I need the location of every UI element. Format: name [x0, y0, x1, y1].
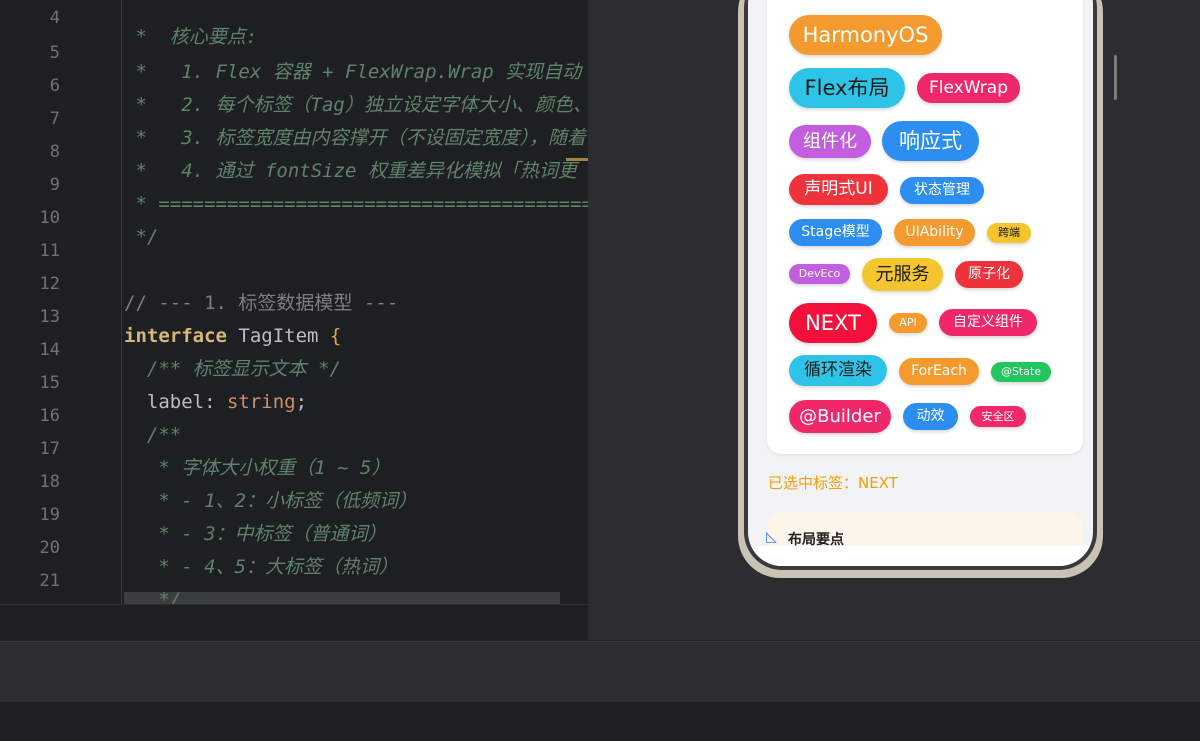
tag-item[interactable]: 动效 [903, 403, 958, 430]
tag-item[interactable]: 跨端 [987, 223, 1031, 243]
code-line: 21 */ [0, 546, 588, 611]
tag-item[interactable]: UIAbility [894, 219, 975, 246]
tag-item[interactable]: ForEach [899, 358, 979, 385]
tag-item[interactable]: API [889, 313, 927, 333]
tag-item[interactable]: 元服务 [862, 258, 943, 291]
code-line: 6 * 2. 每个标签（Tag）独立设定字体大小、颜色、 [0, 51, 588, 116]
tag-item[interactable]: DevEco [789, 264, 850, 284]
tag-item[interactable]: 循环渲染 [789, 355, 887, 386]
code-line: 15 label: string; [0, 348, 588, 413]
tool-window-panel [0, 641, 1200, 702]
ruler-triangle-icon: ◺ [766, 529, 777, 545]
tag-item[interactable]: HarmonyOS [789, 15, 942, 55]
phone-screen: HarmonyOS Flex布局 FlexWrap 组件化 响应式 声明式UI … [748, 0, 1093, 566]
tag-item[interactable]: 自定义组件 [939, 309, 1037, 336]
code-line: 10 */ [0, 183, 588, 248]
code-line: 5 * 1. Flex 容器 + FlexWrap.Wrap 实现自动 [0, 18, 588, 83]
tag-item[interactable]: NEXT [789, 303, 877, 343]
code-line: 9 * ====================================… [0, 150, 588, 215]
code-line: 17 * 字体大小权重（1 ~ 5） [0, 414, 588, 479]
selected-tag-text: 已选中标签：NEXT [768, 474, 898, 492]
tag-item[interactable]: 状态管理 [900, 177, 984, 204]
tag-item[interactable]: 声明式UI [789, 174, 888, 205]
screen-bottom-area [748, 546, 1093, 566]
code-line: 11 [0, 216, 588, 261]
tag-item[interactable]: @Builder [789, 400, 891, 433]
tag-item[interactable]: 安全区 [970, 406, 1026, 427]
phone-frame: HarmonyOS Flex布局 FlexWrap 组件化 响应式 声明式UI … [738, 0, 1103, 578]
status-bar [0, 702, 1200, 741]
editor-status-strip [0, 604, 588, 640]
code-line: 13 interface TagItem { [0, 282, 588, 347]
code-line: 7 * 3. 标签宽度由内容撑开（不设固定宽度），随着 [0, 84, 588, 149]
phone-bezel: HarmonyOS Flex布局 FlexWrap 组件化 响应式 声明式UI … [744, 0, 1097, 570]
code-line: 16 /** [0, 381, 588, 446]
code-line: 12 // --- 1. 标签数据模型 --- [0, 249, 588, 314]
phone-side-button [1114, 55, 1117, 100]
code-line: 18 * - 1、2：小标签（低频词） [0, 447, 588, 512]
device-preview-pane: HarmonyOS Flex布局 FlexWrap 组件化 响应式 声明式UI … [589, 0, 1200, 640]
tag-item[interactable]: Stage模型 [789, 219, 882, 246]
code-line: 20 * - 4、5：大标签（热词） [0, 513, 588, 578]
code-line: 14 /** 标签显示文本 */ [0, 315, 588, 380]
code-line: 4 * 核心要点: [0, 0, 588, 48]
tag-item[interactable]: Flex布局 [789, 68, 905, 108]
tag-item[interactable]: 原子化 [955, 261, 1023, 288]
code-line: 19 * - 3：中标签（普通词） [0, 480, 588, 545]
code-line: 8 * 4. 通过 fontSize 权重差异化模拟「热词更 [0, 117, 588, 182]
code-editor[interactable]: 4 * 核心要点: 5 * 1. Flex 容器 + FlexWrap.Wrap… [0, 0, 589, 640]
tag-item[interactable]: @State [991, 362, 1051, 382]
tag-item[interactable]: FlexWrap [917, 73, 1020, 103]
tag-item[interactable]: 组件化 [789, 125, 871, 158]
tag-item[interactable]: 响应式 [882, 121, 979, 161]
